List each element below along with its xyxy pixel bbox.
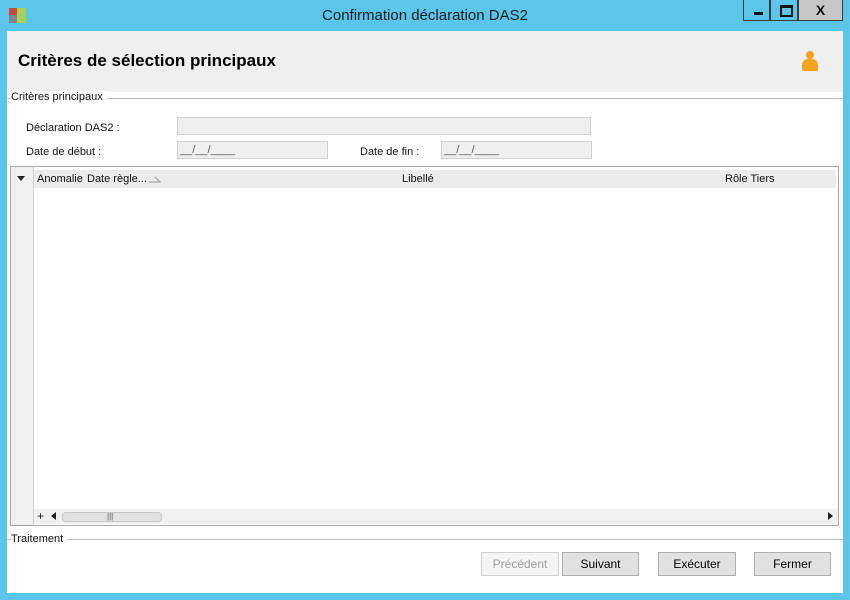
row-indicator-column <box>11 167 34 525</box>
maximize-icon <box>780 5 793 17</box>
minimize-button[interactable] <box>743 0 770 21</box>
grid-header: Anomalie Date règle... Libellé Rôle Tier… <box>34 170 836 188</box>
start-date-label: Date de début : <box>26 146 102 158</box>
close-button[interactable]: Fermer <box>754 552 831 576</box>
traitement-group-label: Traitement <box>11 533 68 545</box>
end-date-field[interactable]: __/__/____ <box>441 141 592 159</box>
results-grid[interactable]: Anomalie Date règle... Libellé Rôle Tier… <box>10 166 839 526</box>
title-bar: Confirmation déclaration DAS2 X <box>0 0 850 31</box>
execute-button[interactable]: Exécuter <box>658 552 736 576</box>
column-header-date-regle[interactable]: Date règle... <box>87 173 147 185</box>
add-row-icon[interactable]: + <box>37 509 44 523</box>
scroll-left-icon[interactable] <box>51 512 56 520</box>
end-date-label: Date de fin : <box>360 146 420 158</box>
close-window-button[interactable]: X <box>798 0 843 21</box>
scroll-thumb[interactable]: ||| <box>62 512 162 522</box>
declaration-field[interactable] <box>177 117 591 135</box>
criteria-group-label: Critères principaux <box>11 91 107 103</box>
column-header-anomalie[interactable]: Anomalie <box>37 173 83 185</box>
declaration-label: Déclaration DAS2 : <box>26 122 120 134</box>
traitement-group-divider <box>7 539 843 540</box>
criteria-group-divider <box>7 98 843 99</box>
maximize-button[interactable] <box>770 0 798 21</box>
scroll-right-icon[interactable] <box>828 512 833 520</box>
window-title: Confirmation déclaration DAS2 <box>322 7 528 24</box>
header-panel: Critères de sélection principaux <box>7 31 843 92</box>
start-date-field[interactable]: __/__/____ <box>177 141 328 159</box>
dialog-body: Critères de sélection principaux Critère… <box>7 31 843 593</box>
dropdown-arrow-icon[interactable] <box>17 176 25 181</box>
scroll-grip: ||| <box>107 512 114 521</box>
column-header-libelle[interactable]: Libellé <box>402 173 434 185</box>
next-button[interactable]: Suivant <box>562 552 639 576</box>
user-icon <box>801 51 819 73</box>
sort-indicator-icon <box>149 176 161 183</box>
minimize-icon <box>754 12 763 15</box>
page-title: Critères de sélection principaux <box>18 51 276 70</box>
previous-button[interactable]: Précédent <box>481 552 559 576</box>
close-icon: X <box>815 2 826 18</box>
column-header-role-tiers[interactable]: Rôle Tiers <box>725 173 775 185</box>
horizontal-scrollbar[interactable]: + ||| <box>34 509 838 524</box>
